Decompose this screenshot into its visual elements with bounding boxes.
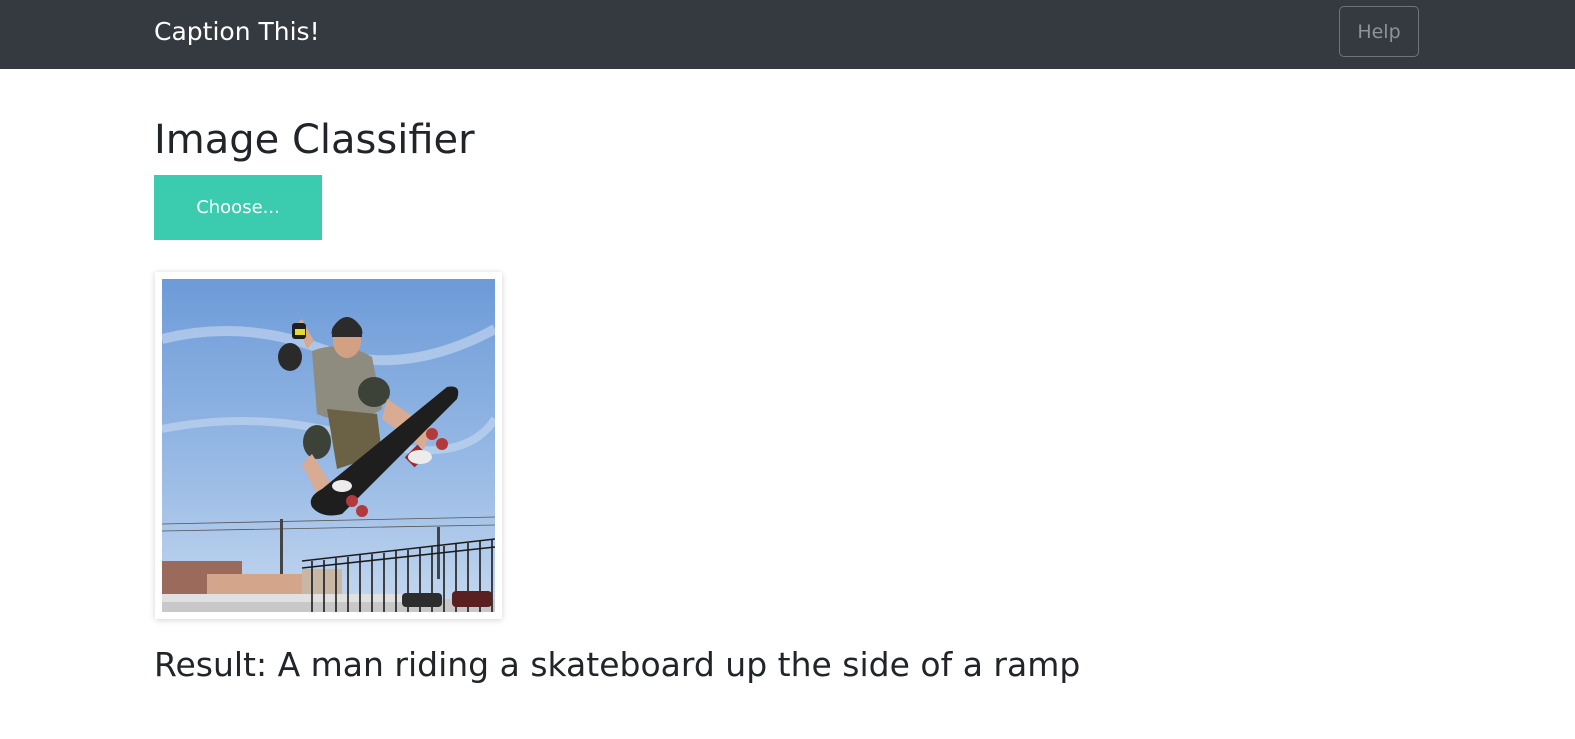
result-caption: Result: A man riding a skateboard up the… (154, 645, 1081, 684)
help-button[interactable]: Help (1339, 6, 1419, 57)
navbar-brand[interactable]: Caption This! (154, 14, 320, 50)
uploaded-image-thumbnail (155, 272, 502, 619)
uploaded-image-preview (162, 279, 495, 612)
page-title: Image Classifier (154, 117, 475, 163)
choose-file-button[interactable]: Choose... (154, 175, 322, 240)
navbar: Caption This! Help (0, 0, 1575, 69)
